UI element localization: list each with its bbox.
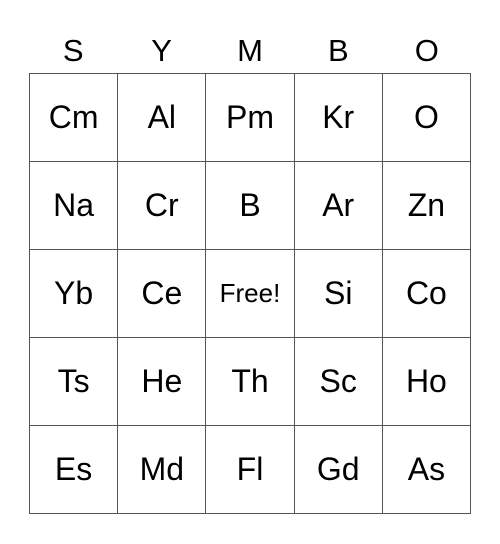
header-letter: Y: [151, 33, 172, 68]
header-letter: M: [237, 33, 263, 68]
bingo-cell[interactable]: He: [118, 338, 207, 426]
bingo-cell[interactable]: Cr: [118, 162, 207, 250]
header-letter: O: [414, 33, 439, 68]
bingo-grid: Cm Al Pm Kr O Na Cr B Ar Zn Yb Ce Free! …: [29, 73, 471, 514]
bingo-header: S Y M B O: [29, 30, 471, 72]
bingo-cell[interactable]: Na: [30, 162, 119, 250]
header-letter: S: [62, 33, 84, 68]
bingo-cell[interactable]: Si: [294, 250, 383, 338]
bingo-cell[interactable]: Es: [30, 426, 119, 514]
bingo-cell[interactable]: As: [382, 426, 471, 514]
bingo-cell[interactable]: Fl: [206, 426, 295, 514]
bingo-cell[interactable]: B: [206, 162, 295, 250]
free-space-cell[interactable]: Free!: [206, 250, 295, 338]
bingo-cell[interactable]: Ce: [118, 250, 207, 338]
bingo-cell[interactable]: Al: [118, 74, 207, 162]
header-letter: B: [328, 33, 349, 68]
bingo-cell[interactable]: Th: [206, 338, 295, 426]
bingo-cell[interactable]: Zn: [382, 162, 471, 250]
bingo-cell[interactable]: Ar: [294, 162, 383, 250]
bingo-cell[interactable]: Cm: [30, 74, 119, 162]
bingo-cell[interactable]: Ho: [382, 338, 471, 426]
bingo-cell[interactable]: Yb: [30, 250, 119, 338]
bingo-cell[interactable]: Md: [118, 426, 207, 514]
bingo-cell[interactable]: Pm: [206, 74, 295, 162]
bingo-cell[interactable]: Kr: [294, 74, 383, 162]
bingo-cell[interactable]: Co: [382, 250, 471, 338]
bingo-cell[interactable]: Sc: [294, 338, 383, 426]
bingo-cell[interactable]: O: [382, 74, 471, 162]
bingo-cell[interactable]: Ts: [30, 338, 119, 426]
bingo-cell[interactable]: Gd: [294, 426, 383, 514]
